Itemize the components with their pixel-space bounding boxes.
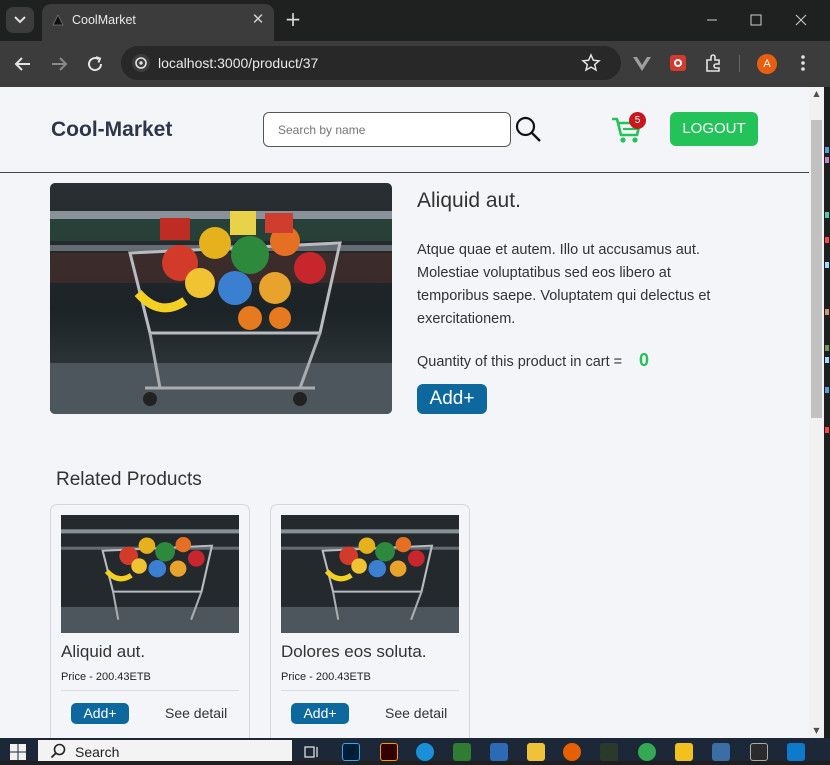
product-image [50,183,392,414]
profile-avatar[interactable]: A [757,54,777,74]
card-divider [281,690,459,691]
task-view-icon[interactable] [303,743,321,761]
related-product-price: Price - 200.43ETB [281,671,371,683]
toolbar-divider [739,55,740,72]
close-window-icon[interactable] [791,10,811,30]
tab-close-icon[interactable]: ✕ [248,9,268,29]
see-detail-link[interactable]: See detail [165,705,227,721]
edge-browser-icon[interactable] [416,743,434,761]
related-product-image [61,515,239,633]
url-text[interactable]: localhost:3000/product/37 [158,55,318,71]
maximize-icon[interactable] [746,10,766,30]
product-title: Aliquid aut. [417,189,521,212]
scroll-up-icon[interactable]: ▲ [811,89,822,101]
scroll-down-icon[interactable]: ▼ [811,726,822,738]
terminal-icon[interactable] [750,743,768,761]
card-divider [61,690,239,691]
browser-menu-icon[interactable] [793,52,813,74]
see-detail-link[interactable]: See detail [385,705,447,721]
extensions-puzzle-icon[interactable] [703,52,725,74]
search-input[interactable] [278,123,498,137]
related-add-button[interactable]: Add+ [71,703,129,724]
tab-title: CoolMarket [72,13,136,27]
windows-start-icon[interactable] [10,744,26,760]
extension-red-icon[interactable] [667,52,689,74]
related-products-heading: Related Products [56,469,202,490]
related-add-button[interactable]: Add+ [291,703,349,724]
product-description: Atque quae et autem. Illo ut accusamus a… [417,242,711,327]
illustrator-icon[interactable] [380,743,398,761]
grocery-cart-thumbnail [281,515,459,633]
file-explorer-icon[interactable] [527,743,545,761]
favicon-icon [52,14,64,26]
chevron-down-icon [14,16,26,24]
new-tab-button[interactable]: + [282,8,304,30]
photoshop-icon[interactable] [342,743,360,761]
vue-devtools-icon[interactable] [631,52,653,74]
grocery-cart-image [50,183,392,414]
bookmark-star-icon[interactable] [581,53,601,73]
site-info-icon[interactable] [129,52,153,74]
firefox-icon[interactable] [563,743,581,761]
cart-quantity-value: 0 [639,350,650,370]
minimize-icon[interactable] [702,10,722,30]
cart-count-badge: 5 [629,112,646,129]
grocery-cart-thumbnail [61,515,239,633]
mongodb-compass-icon[interactable] [600,743,618,761]
store-icon[interactable] [490,743,508,761]
header-divider [0,172,809,173]
add-to-cart-button[interactable]: Add+ [417,384,487,414]
search-icon[interactable] [514,115,542,143]
taskbar-search-label[interactable]: Search [75,744,119,760]
chrome-icon[interactable] [638,743,656,761]
related-product-image [281,515,459,633]
forward-arrow-icon[interactable] [47,52,71,76]
android-studio-icon[interactable] [453,743,471,761]
tab-search-button[interactable] [6,7,34,33]
search-icon [50,743,66,759]
back-arrow-icon[interactable] [11,52,35,76]
related-product-name[interactable]: Dolores eos soluta. [281,642,427,662]
page-scrollbar-thumb[interactable] [811,120,822,418]
related-product-name[interactable]: Aliquid aut. [61,642,145,662]
logout-button[interactable]: LOGOUT [670,112,758,146]
vscode-icon[interactable] [787,743,805,761]
reload-icon[interactable] [83,52,107,76]
brand-logo-text[interactable]: Cool-Market [51,118,172,142]
cart-quantity-label: Quantity of this product in cart = [417,354,623,370]
keyboard-icon[interactable] [712,743,730,761]
related-product-price: Price - 200.43ETB [61,671,151,683]
media-player-icon[interactable] [675,743,693,761]
